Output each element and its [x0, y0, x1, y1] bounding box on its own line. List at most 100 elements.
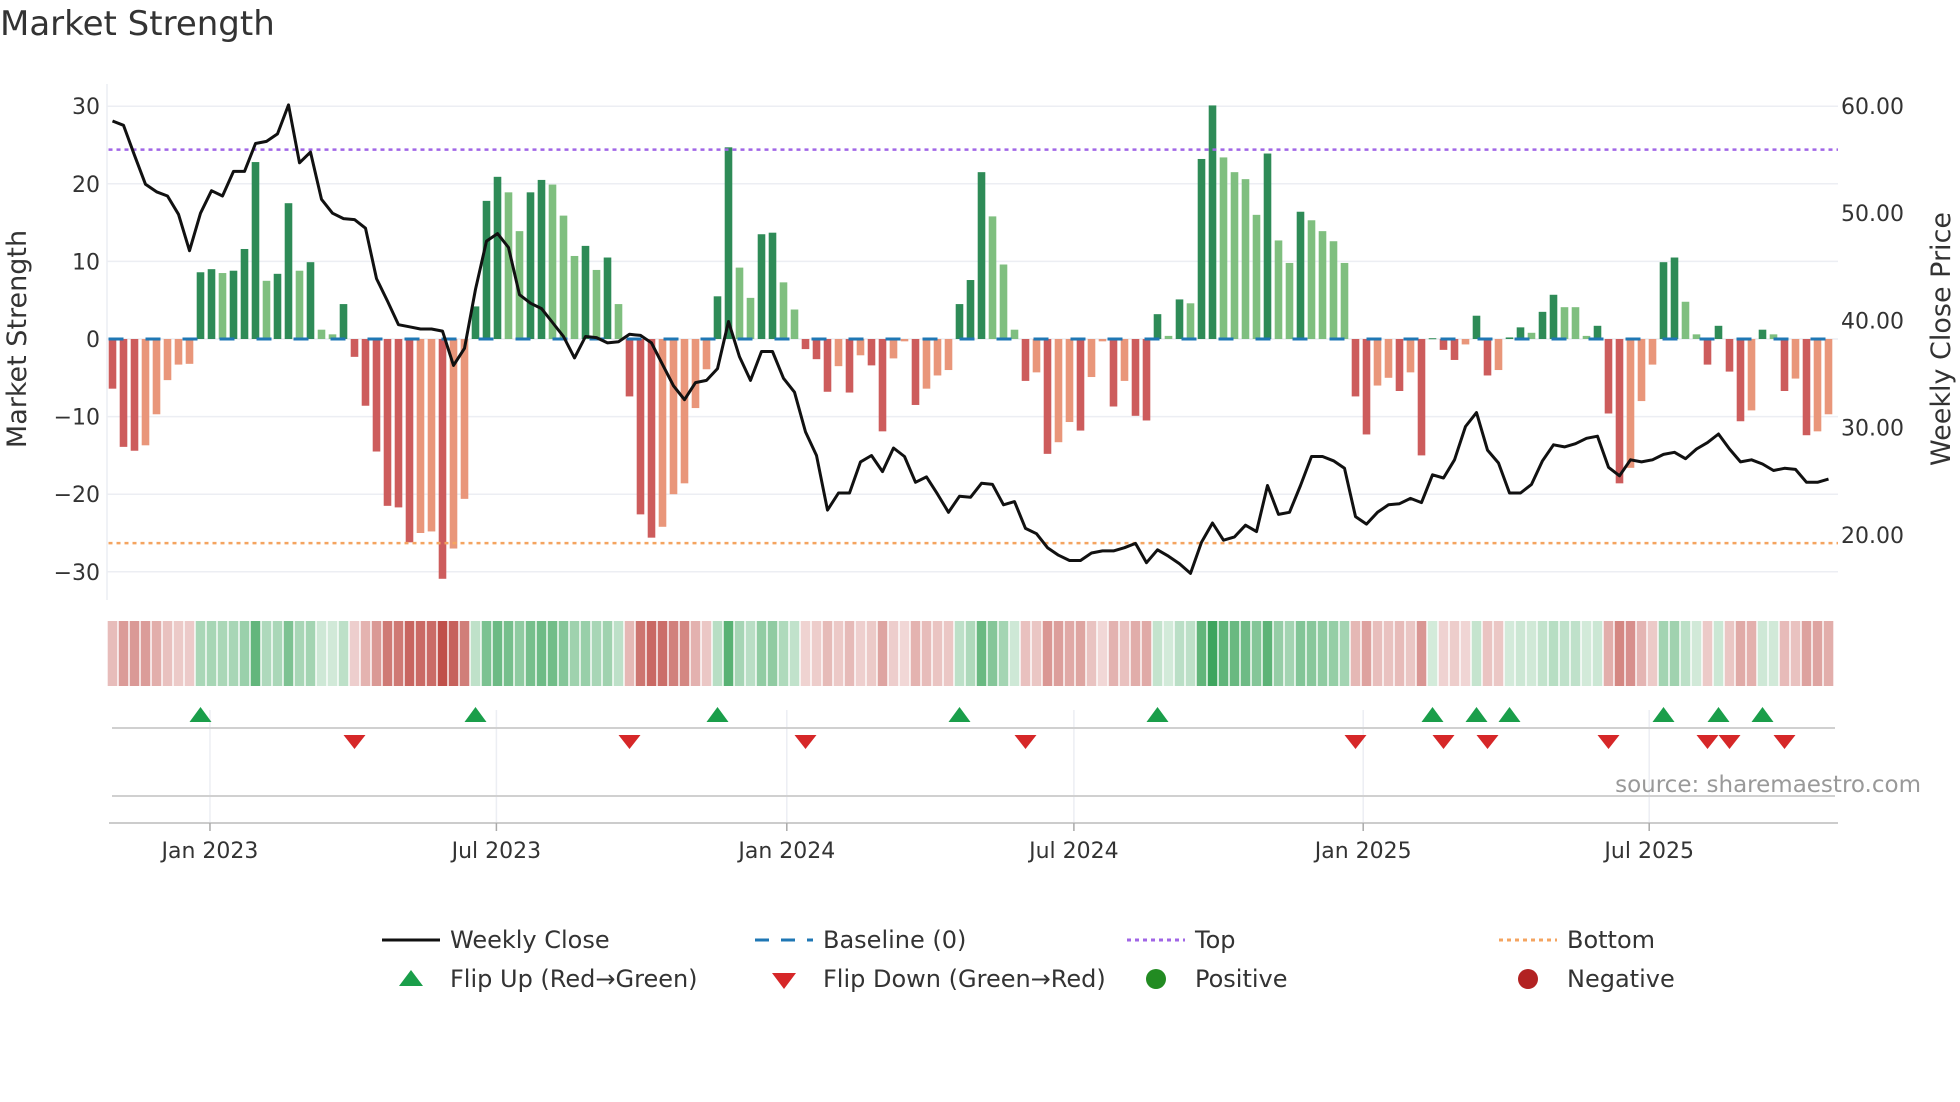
heat-cell	[1669, 621, 1680, 686]
heat-cell	[1603, 621, 1614, 686]
flip-up-marker	[948, 707, 971, 722]
negative-bar	[1395, 339, 1404, 391]
negative-bar	[1736, 339, 1745, 422]
heat-cell	[899, 621, 910, 686]
heat-cell	[811, 621, 822, 686]
positive-bar	[1340, 262, 1349, 339]
positive-bar	[1263, 153, 1272, 339]
heat-cell	[888, 621, 899, 686]
negative-bar	[944, 339, 953, 371]
positive-bar	[1692, 334, 1701, 339]
negative-bar	[163, 339, 172, 381]
positive-bar	[724, 147, 733, 339]
heat-cell	[1526, 621, 1537, 686]
heat-cell	[613, 621, 624, 686]
flip-down-marker	[1773, 735, 1796, 749]
y-axis-right-title: Weekly Close Price	[1926, 212, 1957, 466]
heat-cell	[1691, 621, 1702, 686]
positive-bar	[1516, 327, 1525, 339]
heat-cell	[1218, 621, 1229, 686]
heat-cell	[360, 621, 371, 686]
heat-cell	[1383, 621, 1394, 686]
negative-bar	[1725, 339, 1734, 372]
negative-bar	[449, 339, 458, 549]
heat-cell	[1141, 621, 1152, 686]
heat-cell	[1636, 621, 1647, 686]
heat-cell	[1801, 621, 1812, 686]
positive-bar	[1670, 257, 1679, 339]
negative-bar	[1637, 339, 1646, 402]
flip-markers	[112, 707, 1835, 797]
positive-bar	[1010, 329, 1019, 339]
heat-cell	[1174, 621, 1185, 686]
heat-cell	[294, 621, 305, 686]
heat-cell	[800, 621, 811, 686]
negative-bar	[1054, 339, 1063, 443]
heat-cell	[1482, 621, 1493, 686]
heat-cell	[228, 621, 239, 686]
x-tick-label: Jan 2024	[736, 839, 835, 864]
negative-bar	[427, 339, 436, 532]
heat-cell	[1504, 621, 1515, 686]
heat-cell	[382, 621, 393, 686]
flip-up-marker	[1146, 707, 1169, 722]
negative-bar	[1450, 339, 1459, 360]
grid-lines	[107, 105, 1838, 823]
x-tick-label: Jan 2023	[160, 839, 259, 864]
y-right-tick-label: 40.00	[1841, 309, 1904, 334]
y-axis-title: Market Strength	[2, 230, 33, 448]
heat-cell	[1207, 621, 1218, 686]
heat-cell	[415, 621, 426, 686]
x-tick-label: Jan 2025	[1313, 839, 1412, 864]
positive-bar	[1307, 220, 1316, 339]
heat-cell	[866, 621, 877, 686]
negative-bar	[834, 339, 843, 367]
heat-cell	[1394, 621, 1405, 686]
positive-bar	[999, 264, 1008, 339]
heat-cell	[833, 621, 844, 686]
positive-bar	[218, 273, 227, 339]
heat-cell	[1493, 621, 1504, 686]
positive-bar	[603, 257, 612, 339]
heat-cell	[129, 621, 140, 686]
heat-cell	[1185, 621, 1196, 686]
positive-bar	[966, 280, 975, 339]
heat-cell	[547, 621, 558, 686]
heat-cell	[569, 621, 580, 686]
negative-bar	[702, 339, 711, 370]
positive-bar	[537, 179, 546, 339]
positive-bar	[955, 304, 964, 339]
heat-cell	[910, 621, 921, 686]
flip-up-marker	[1751, 707, 1774, 722]
heat-cell	[206, 621, 217, 686]
y-tick-label: −10	[54, 406, 100, 431]
positive-bar	[504, 192, 513, 339]
negative-bar	[1483, 339, 1492, 376]
positive-bar	[1175, 299, 1184, 339]
negative-bar	[394, 339, 403, 508]
heat-cell	[1328, 621, 1339, 686]
heat-cell	[1768, 621, 1779, 686]
flip-down-marker	[343, 735, 366, 749]
flip-up-marker	[706, 707, 729, 722]
heat-cell	[1295, 621, 1306, 686]
heat-cell	[1075, 621, 1086, 686]
negative-bar	[1494, 339, 1503, 371]
positive-bar	[779, 282, 788, 339]
heat-cell	[1284, 621, 1295, 686]
negative-bar	[1747, 339, 1756, 411]
negative-bar	[1384, 339, 1393, 378]
positive-bar	[1153, 314, 1162, 339]
positive-bar	[262, 280, 271, 339]
negative-bar	[405, 339, 414, 543]
flip-down-marker	[1696, 735, 1719, 749]
heat-cell	[998, 621, 1009, 686]
market-strength-chart: −30 −20 −10 0 10 20 30 20.00 30.00 40.00 50.00 60.0…	[2, 84, 1957, 864]
negative-bar	[680, 339, 689, 484]
positive-bar	[1329, 241, 1338, 339]
heat-cell	[1009, 621, 1020, 686]
heat-cell	[635, 621, 646, 686]
heat-cell	[756, 621, 767, 686]
heat-cell	[580, 621, 591, 686]
heat-cell	[1031, 621, 1042, 686]
